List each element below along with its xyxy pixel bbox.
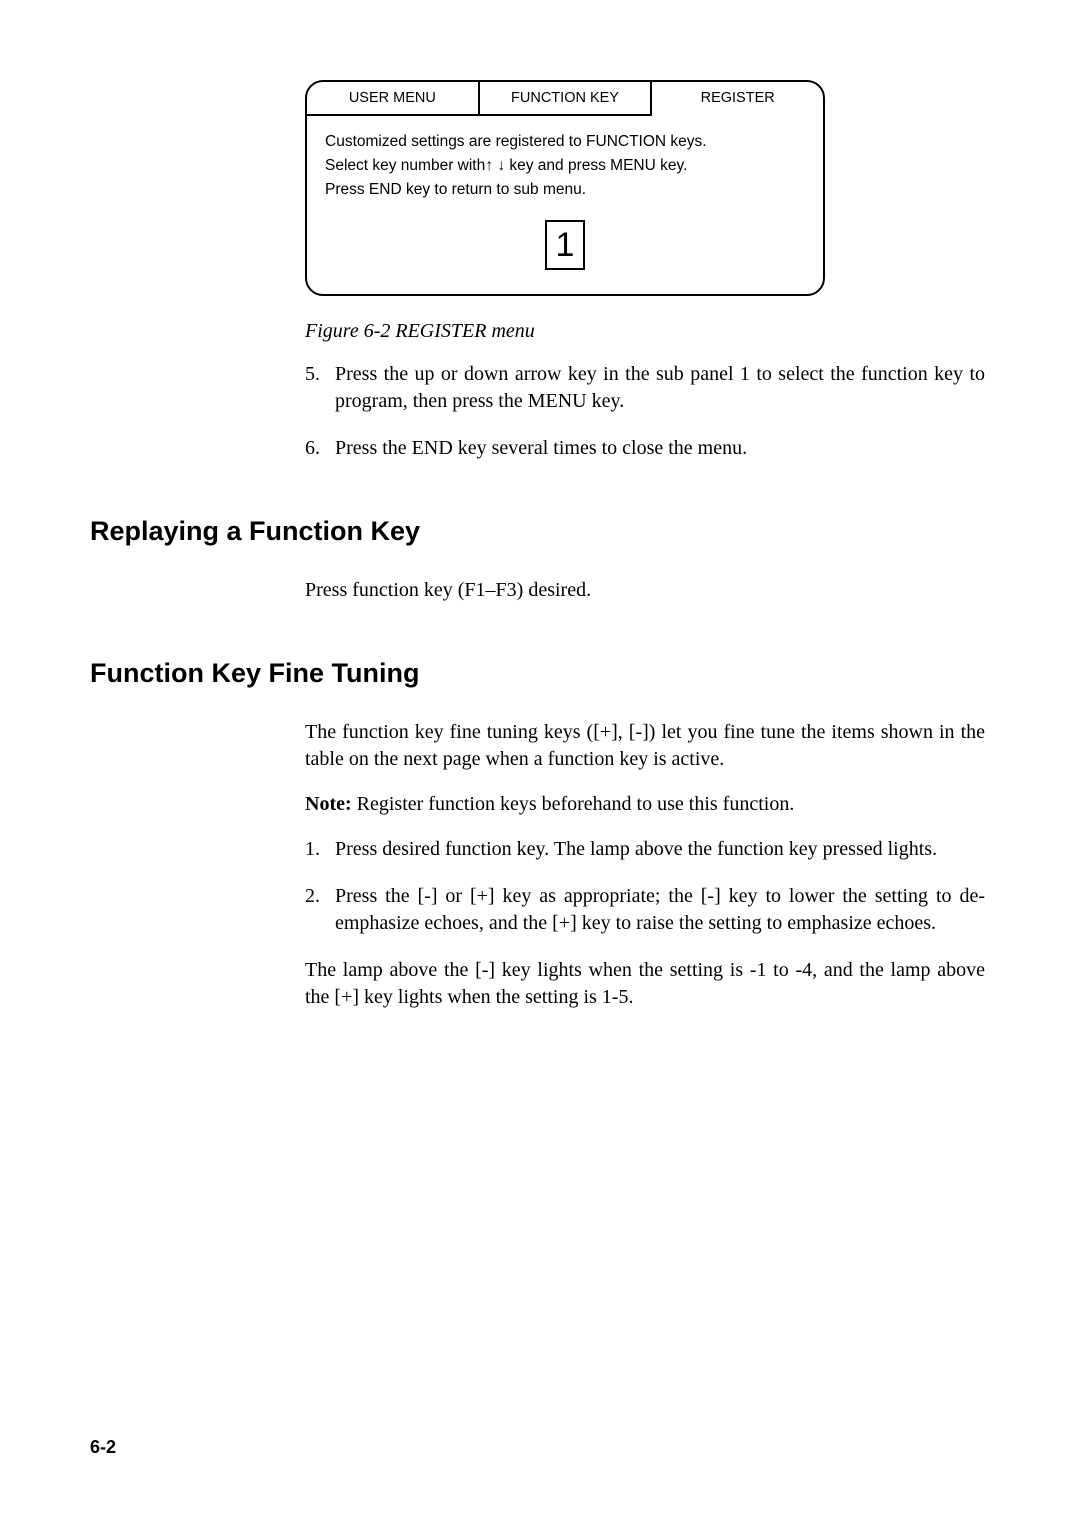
tuning-step-2: Press the [-] or [+] key as appropriate;…	[305, 883, 985, 937]
tuning-step-1: Press desired function key. The lamp abo…	[305, 836, 985, 863]
note-text: Register function keys beforehand to use…	[352, 793, 795, 815]
tuning-outro-block: The lamp above the [-] key lights when t…	[305, 957, 985, 1011]
tuning-outro: The lamp above the [-] key lights when t…	[305, 957, 985, 1011]
tuning-step-2-text: Press the [-] or [+] key as appropriate;…	[335, 883, 985, 937]
steps-5-6: Press the up or down arrow key in the su…	[305, 361, 985, 462]
register-menu-figure: USER MENU FUNCTION KEY REGISTER Customiz…	[305, 80, 825, 296]
tab-label: FUNCTION KEY	[511, 90, 619, 106]
replay-paragraph: Press function key (F1–F3) desired.	[305, 577, 985, 604]
tab-register: REGISTER	[652, 82, 823, 116]
step-5: Press the up or down arrow key in the su…	[305, 361, 985, 415]
menu-line-2-pre: Select key number with	[325, 157, 485, 174]
figure-caption: Figure 6-2 REGISTER menu	[305, 320, 990, 343]
menu-tabs: USER MENU FUNCTION KEY REGISTER	[307, 82, 823, 116]
down-arrow-icon: ↓	[497, 157, 505, 174]
heading-fine-tuning: Function Key Fine Tuning	[90, 658, 990, 689]
tab-function-key: FUNCTION KEY	[480, 82, 653, 114]
tuning-step-1-text: Press desired function key. The lamp abo…	[335, 836, 985, 863]
up-arrow-icon: ↑	[485, 157, 493, 174]
menu-line-2: Select key number with↑ ↓ key and press …	[325, 154, 805, 178]
menu-line-2-post: key and press MENU key.	[505, 157, 687, 174]
document-page: USER MENU FUNCTION KEY REGISTER Customiz…	[0, 0, 1080, 1528]
menu-line-3: Press END key to return to sub menu.	[325, 178, 805, 202]
menu-body: Customized settings are registered to FU…	[307, 116, 823, 294]
heading-replaying: Replaying a Function Key	[90, 516, 990, 547]
selected-key-number: 1	[545, 220, 585, 270]
step-6: Press the END key several times to close…	[305, 435, 985, 462]
note-label: Note:	[305, 793, 352, 815]
tab-label: USER MENU	[349, 90, 436, 106]
tab-label: REGISTER	[701, 90, 775, 106]
tuning-body: The function key fine tuning keys ([+], …	[305, 719, 985, 818]
selected-key-number-value: 1	[556, 219, 575, 272]
page-number: 6-2	[90, 1437, 116, 1458]
menu-panel: USER MENU FUNCTION KEY REGISTER Customiz…	[305, 80, 825, 296]
tab-user-menu: USER MENU	[307, 82, 480, 114]
tuning-intro: The function key fine tuning keys ([+], …	[305, 719, 985, 773]
step-6-text: Press the END key several times to close…	[335, 435, 985, 462]
step-5-text: Press the up or down arrow key in the su…	[335, 361, 985, 415]
tuning-steps: Press desired function key. The lamp abo…	[305, 836, 985, 937]
menu-line-1: Customized settings are registered to FU…	[325, 130, 805, 154]
replay-body: Press function key (F1–F3) desired.	[305, 577, 985, 604]
tuning-note: Note: Register function keys beforehand …	[305, 791, 985, 818]
